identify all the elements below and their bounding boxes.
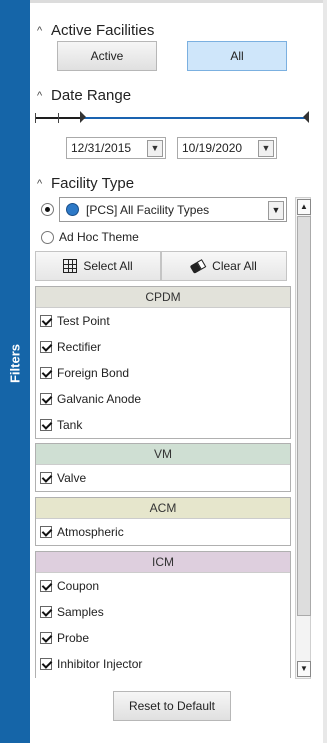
scroll-down-icon[interactable]: ▼: [297, 661, 311, 677]
checkbox[interactable]: [40, 341, 52, 353]
group-vm: VM Valve: [35, 443, 291, 492]
checkbox[interactable]: [40, 580, 52, 592]
checkbox[interactable]: [40, 393, 52, 405]
list-item[interactable]: Coupon: [36, 573, 290, 599]
chevron-down-icon[interactable]: ▼: [258, 140, 274, 157]
clear-all-button[interactable]: Clear All: [161, 251, 287, 281]
list-item[interactable]: Rectifier: [36, 334, 290, 360]
checkbox[interactable]: [40, 658, 52, 670]
item-label: Rectifier: [57, 340, 102, 354]
item-label: Valve: [57, 471, 87, 485]
checkbox[interactable]: [40, 472, 52, 484]
item-label: Galvanic Anode: [57, 392, 142, 406]
list-item[interactable]: Inhibitor Injector: [36, 651, 290, 677]
item-label: Atmospheric: [57, 525, 124, 539]
grid-icon: [63, 259, 78, 273]
facility-type-title: Facility Type: [51, 175, 135, 192]
filters-sidebar-tab[interactable]: Filters: [0, 0, 30, 743]
ad-hoc-radio[interactable]: [41, 231, 54, 244]
start-date-value: 12/31/2015: [71, 141, 132, 155]
scroll-up-icon[interactable]: ▲: [297, 199, 311, 215]
chevron-down-icon[interactable]: ▼: [147, 140, 163, 157]
group-header: VM: [36, 444, 290, 465]
facility-type-selected: [PCS] All Facility Types: [86, 203, 210, 217]
collapse-caret-icon[interactable]: ^: [37, 90, 51, 102]
checkbox[interactable]: [40, 606, 52, 618]
group-icm: ICM Coupon Samples Probe Inhibitor Injec…: [35, 551, 291, 678]
slider-tick: [35, 113, 36, 123]
facility-type-radio[interactable]: [41, 203, 54, 216]
all-button[interactable]: All: [187, 41, 287, 71]
facility-type-header[interactable]: ^ Facility Type: [37, 175, 134, 192]
end-date-handle[interactable]: [303, 111, 309, 123]
filters-tab-label: Filters: [7, 344, 23, 384]
group-header: ICM: [36, 552, 290, 573]
clear-all-label: Clear All: [212, 259, 257, 273]
list-item[interactable]: Atmospheric: [36, 519, 290, 545]
active-facilities-header[interactable]: ^ Active Facilities: [37, 22, 154, 39]
list-item[interactable]: Test Point: [36, 308, 290, 334]
list-item[interactable]: Probe: [36, 625, 290, 651]
collapse-caret-icon[interactable]: ^: [37, 25, 51, 37]
globe-icon: [66, 203, 79, 216]
panel-edge: [323, 0, 327, 743]
checkbox[interactable]: [40, 367, 52, 379]
active-button[interactable]: Active: [57, 41, 157, 71]
item-label: Probe: [57, 631, 90, 645]
start-date-handle[interactable]: [80, 111, 86, 123]
active-facilities-title: Active Facilities: [51, 22, 155, 39]
end-date-value: 10/19/2020: [182, 141, 243, 155]
list-scrollbar[interactable]: ▲ ▼: [295, 197, 311, 679]
date-range-title: Date Range: [51, 87, 132, 104]
date-range-header[interactable]: ^ Date Range: [37, 87, 131, 104]
checkbox[interactable]: [40, 315, 52, 327]
select-all-label: Select All: [83, 259, 133, 273]
list-item[interactable]: Foreign Bond: [36, 360, 290, 386]
scrollbar-thumb[interactable]: [297, 216, 311, 616]
group-header: ACM: [36, 498, 290, 519]
select-all-button[interactable]: Select All: [35, 251, 161, 281]
group-acm: ACM Atmospheric: [35, 497, 291, 546]
checkbox[interactable]: [40, 419, 52, 431]
list-item[interactable]: Tank: [36, 412, 290, 438]
start-date-picker[interactable]: 12/31/2015 ▼: [66, 137, 166, 159]
facility-type-select[interactable]: [PCS] All Facility Types ▼: [59, 197, 287, 222]
end-date-picker[interactable]: 10/19/2020 ▼: [177, 137, 277, 159]
eraser-icon: [189, 258, 207, 274]
item-label: Foreign Bond: [57, 366, 130, 380]
collapse-caret-icon[interactable]: ^: [37, 178, 51, 190]
reset-to-default-button[interactable]: Reset to Default: [113, 691, 231, 721]
item-label: Inhibitor Injector: [57, 657, 143, 671]
chevron-down-icon[interactable]: ▼: [268, 201, 284, 220]
date-range-slider[interactable]: [35, 117, 307, 119]
ad-hoc-label: Ad Hoc Theme: [59, 230, 139, 244]
item-label: Samples: [57, 605, 104, 619]
group-cpdm: CPDM Test Point Rectifier Foreign Bond G…: [35, 286, 291, 439]
date-range-selection: [81, 117, 307, 119]
checkbox[interactable]: [40, 526, 52, 538]
group-header: CPDM: [36, 287, 290, 308]
item-label: Coupon: [57, 579, 100, 593]
list-item[interactable]: Samples: [36, 599, 290, 625]
filters-tab[interactable]: Filters: [0, 340, 30, 390]
slider-tick: [58, 113, 59, 123]
item-label: Tank: [57, 418, 83, 432]
list-item[interactable]: Valve: [36, 465, 290, 491]
list-item[interactable]: Galvanic Anode: [36, 386, 290, 412]
item-label: Test Point: [57, 314, 110, 328]
checkbox[interactable]: [40, 632, 52, 644]
